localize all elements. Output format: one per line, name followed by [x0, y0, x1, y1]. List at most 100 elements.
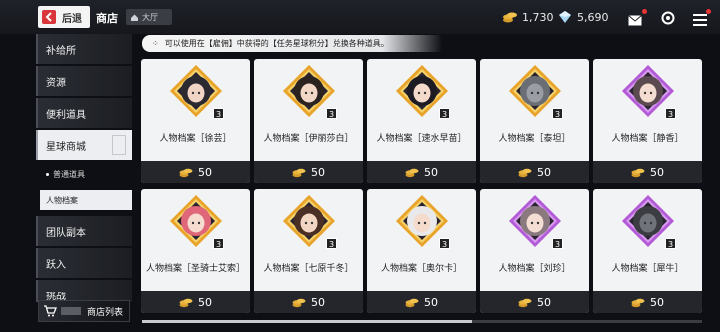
coin-stack-icon: [405, 168, 419, 177]
price-value: 50: [424, 295, 438, 309]
coin-stack-icon: [405, 298, 419, 307]
price-value: 50: [650, 165, 664, 179]
price-value: 50: [311, 295, 325, 309]
info-icon: ⁘: [152, 39, 159, 48]
notification-dot: [642, 9, 647, 14]
product-name: 人物档案［圣骑士艾索］: [145, 264, 245, 274]
price-value: 50: [198, 165, 212, 179]
coin-stack-icon: [179, 298, 193, 307]
rank-badge: 3: [552, 108, 563, 119]
coin-stack-icon: [518, 298, 532, 307]
product-name: 人物档案［徐芸］: [159, 134, 232, 144]
crystal-amount: 5,690: [577, 10, 609, 24]
top-bar: 后退 商店 大厅 1,730 5,690: [0, 0, 720, 34]
sidebar-item-label: 便利道具: [46, 109, 86, 121]
sidebar-subitem-label: 人物档案: [46, 195, 78, 205]
sidebar-item-convenience[interactable]: 便利道具: [36, 98, 132, 128]
sidebar-item-leap[interactable]: 跃入: [36, 248, 132, 278]
menu-icon[interactable]: [693, 9, 711, 30]
scrollbar-thumb[interactable]: [142, 320, 472, 323]
sidebar-item-resources[interactable]: 资源: [36, 66, 132, 96]
product-name: 人物档案［泰坦］: [498, 134, 571, 144]
price-bar[interactable]: 50: [254, 161, 363, 183]
price-bar[interactable]: 50: [141, 161, 250, 183]
price-bar[interactable]: 50: [367, 161, 476, 183]
rank-badge: 3: [552, 238, 563, 249]
character-portrait: 3: [170, 195, 224, 251]
price-bar[interactable]: 50: [480, 291, 589, 313]
character-portrait: 3: [622, 195, 676, 251]
product-card[interactable]: 3 人物档案［圣骑士艾索］ 50: [141, 189, 250, 313]
product-card[interactable]: 3 人物档案［犀牛］ 50: [593, 189, 702, 313]
product-card[interactable]: 3 人物档案［速水早苗］ 50: [367, 59, 476, 183]
coin-stack-icon: [292, 168, 306, 177]
product-card[interactable]: 3 人物档案［徐芸］ 50: [141, 59, 250, 183]
product-name: 人物档案［伊丽莎白］: [263, 134, 354, 144]
price-bar[interactable]: 50: [254, 291, 363, 313]
product-card[interactable]: 3 人物档案［七原千冬］ 50: [254, 189, 363, 313]
character-portrait: 3: [509, 65, 563, 121]
shop-list-button[interactable]: 商店列表: [38, 300, 130, 322]
price-bar[interactable]: 50: [367, 291, 476, 313]
character-portrait: 3: [170, 65, 224, 121]
price-value: 50: [424, 165, 438, 179]
rank-badge: 3: [439, 238, 450, 249]
placeholder-label-box: [61, 307, 81, 315]
character-portrait: 3: [283, 195, 337, 251]
price-value: 50: [537, 165, 551, 179]
price-bar[interactable]: 50: [141, 291, 250, 313]
sidebar-item-raid[interactable]: 团队副本: [36, 216, 132, 246]
breadcrumb-label: 大厅: [142, 12, 158, 22]
product-name: 人物档案［七原千冬］: [263, 264, 354, 274]
character-portrait: 3: [283, 65, 337, 121]
rank-badge: 3: [665, 108, 676, 119]
price-value: 50: [537, 295, 551, 309]
rank-badge: 3: [213, 108, 224, 119]
breadcrumb[interactable]: 大厅: [126, 9, 172, 25]
product-card[interactable]: 3 人物档案［伊丽莎白］ 50: [254, 59, 363, 183]
coin-stack-icon: [631, 298, 645, 307]
product-card[interactable]: 3 人物档案［奥尔卡］ 50: [367, 189, 476, 313]
sidebar-subitem-character-files[interactable]: 人物档案: [40, 190, 132, 210]
coin-stack-icon: [631, 168, 645, 177]
notice-text: 可以使用在【雇佣】中获得的【任务星球积分】兑换各种道具。: [164, 39, 389, 48]
sidebar-item-label: 跃入: [46, 259, 66, 271]
sidebar-item-label: 团队副本: [46, 227, 86, 239]
sidebar-item-supply[interactable]: 补给所: [36, 34, 132, 64]
back-button[interactable]: 后退: [38, 6, 90, 28]
tag-icon: [112, 135, 126, 155]
price-value: 50: [650, 295, 664, 309]
gold-currency[interactable]: 1,730: [502, 10, 554, 24]
gold-amount: 1,730: [522, 10, 554, 24]
product-card[interactable]: 3 人物档案［静香］ 50: [593, 59, 702, 183]
mail-icon[interactable]: [628, 9, 647, 30]
sidebar-item-planet-mall[interactable]: 星球商城: [36, 130, 132, 160]
price-bar[interactable]: 50: [480, 161, 589, 183]
product-name: 人物档案［静香］: [611, 134, 684, 144]
sidebar-subitem-normal-items[interactable]: 普通道具: [40, 164, 132, 184]
coin-stack-icon: [518, 168, 532, 177]
shop-list-label: 商店列表: [87, 307, 124, 318]
rank-badge: 3: [665, 238, 676, 249]
coin-stack-icon: [503, 12, 517, 23]
product-card[interactable]: 3 人物档案［泰坦］ 50: [480, 59, 589, 183]
product-card[interactable]: 3 人物档案［刘珍］ 50: [480, 189, 589, 313]
chevron-left-icon: [42, 10, 56, 24]
product-name: 人物档案［犀牛］: [611, 264, 684, 274]
character-portrait: 3: [622, 65, 676, 121]
sidebar-item-challenge[interactable]: 挑战: [36, 280, 132, 302]
price-bar[interactable]: 50: [593, 291, 702, 313]
character-portrait: 3: [396, 195, 450, 251]
page-title: 商店: [96, 12, 118, 25]
character-portrait: 3: [509, 195, 563, 251]
cart-icon: [44, 305, 57, 317]
home-icon: [131, 14, 138, 21]
scrollbar[interactable]: [142, 320, 702, 323]
sidebar-subitem-label: 普通道具: [53, 169, 85, 179]
sidebar-item-label: 资源: [46, 77, 66, 89]
crystal-currency[interactable]: 5,690: [557, 10, 609, 24]
rank-badge: 3: [326, 108, 337, 119]
price-bar[interactable]: 50: [593, 161, 702, 183]
settings-icon[interactable]: [661, 10, 675, 29]
rank-badge: 3: [213, 238, 224, 249]
